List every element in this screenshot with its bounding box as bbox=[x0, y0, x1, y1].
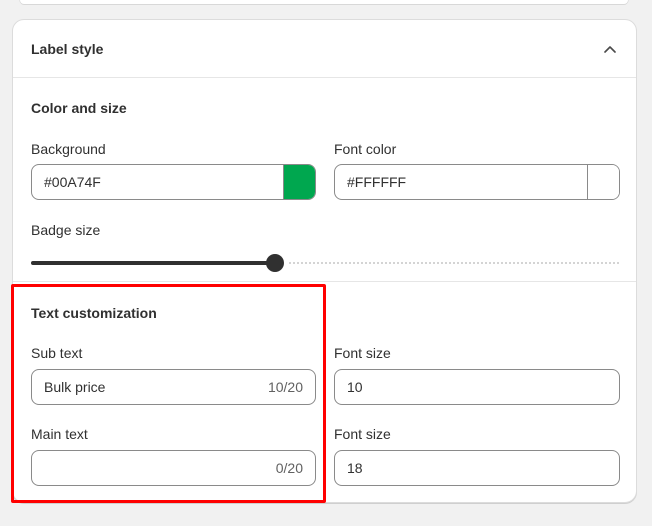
main-text-input[interactable]: 0/20 bbox=[31, 450, 316, 486]
sub-text-input[interactable]: Bulk price 10/20 bbox=[31, 369, 316, 405]
main-font-size-label: Font size bbox=[334, 426, 391, 442]
badge-size-slider[interactable] bbox=[31, 254, 619, 272]
background-color-value: #00A74F bbox=[44, 174, 101, 190]
section-title-text-customization: Text customization bbox=[31, 305, 157, 321]
section-title-color-size: Color and size bbox=[31, 100, 127, 116]
sub-text-value: Bulk price bbox=[44, 379, 106, 395]
font-color-value: #FFFFFF bbox=[347, 174, 407, 190]
previous-card-edge bbox=[20, 0, 628, 4]
color-and-size-section: Color and size Background #00A74F Font c… bbox=[13, 79, 636, 282]
background-color-swatch[interactable] bbox=[283, 165, 315, 199]
main-font-size-value: 18 bbox=[347, 460, 363, 476]
main-text-char-count: 0/20 bbox=[275, 460, 303, 476]
background-label: Background bbox=[31, 141, 106, 157]
chevron-up-icon[interactable] bbox=[602, 41, 618, 57]
sub-font-size-input[interactable]: 10 bbox=[334, 369, 620, 405]
font-color-swatch[interactable] bbox=[587, 165, 619, 199]
sub-text-label: Sub text bbox=[31, 345, 83, 361]
main-text-label: Main text bbox=[31, 426, 88, 442]
slider-filled-track bbox=[31, 261, 275, 265]
card-title: Label style bbox=[31, 40, 104, 57]
badge-size-label: Badge size bbox=[31, 222, 101, 238]
slider-remaining-track[interactable] bbox=[289, 262, 619, 264]
background-color-input[interactable]: #00A74F bbox=[31, 164, 316, 200]
sub-font-size-label: Font size bbox=[334, 345, 391, 361]
label-style-card: Label style Color and size Background #0… bbox=[12, 19, 637, 503]
card-header[interactable]: Label style bbox=[13, 20, 636, 78]
main-font-size-input[interactable]: 18 bbox=[334, 450, 620, 486]
slider-thumb[interactable] bbox=[266, 254, 284, 272]
font-color-input[interactable]: #FFFFFF bbox=[334, 164, 620, 200]
font-color-label: Font color bbox=[334, 141, 397, 157]
sub-font-size-value: 10 bbox=[347, 379, 363, 395]
sub-text-char-count: 10/20 bbox=[267, 379, 303, 395]
